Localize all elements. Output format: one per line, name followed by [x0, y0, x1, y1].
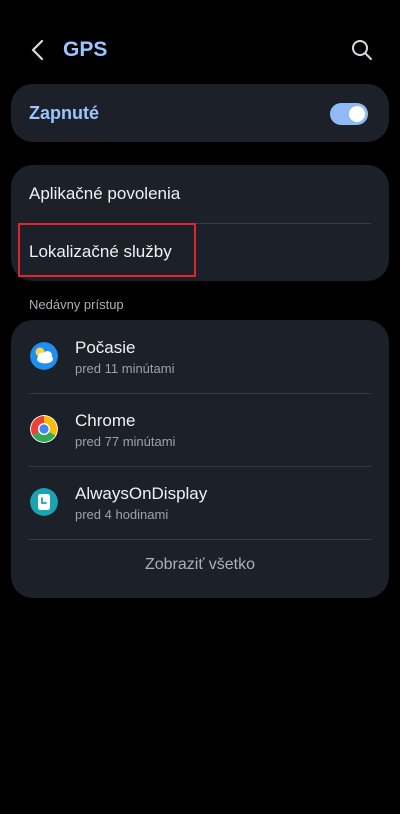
chrome-icon	[30, 415, 58, 443]
app-name: AlwaysOnDisplay	[75, 484, 208, 503]
show-all-button[interactable]: Zobraziť všetko	[11, 540, 389, 590]
search-icon	[352, 40, 372, 60]
gps-toggle-card[interactable]: Zapnuté	[11, 84, 389, 142]
app-access-time: pred 4 hodinami	[75, 507, 169, 522]
highlight-box	[18, 223, 196, 277]
app-access-time: pred 11 minútami	[75, 361, 175, 376]
gps-toggle-label: Zapnuté	[29, 103, 99, 123]
recent-app-row-alwaysondisplay[interactable]: AlwaysOnDisplay pred 4 hodinami	[11, 466, 389, 539]
menu-item-app-permissions[interactable]: Aplikačné povolenia	[11, 165, 389, 223]
switch-knob	[349, 106, 365, 122]
app-name: Počasie	[75, 338, 136, 357]
weather-icon	[30, 342, 58, 370]
app-access-time: pred 77 minútami	[75, 434, 176, 449]
gps-toggle-switch[interactable]	[330, 103, 368, 125]
app-name: Chrome	[75, 411, 136, 430]
chevron-left-icon	[31, 39, 44, 61]
recent-app-row-chrome[interactable]: Chrome pred 77 minútami	[11, 393, 389, 466]
section-header-recent: Nedávny prístup	[29, 297, 124, 312]
recent-access-card: Počasie pred 11 minútami Chrome pred 77 …	[11, 320, 389, 598]
recent-app-row-weather[interactable]: Počasie pred 11 minútami	[11, 320, 389, 393]
search-button[interactable]	[348, 36, 376, 64]
back-button[interactable]	[24, 34, 52, 66]
clock-icon	[30, 488, 58, 516]
page-title: GPS	[63, 38, 108, 61]
menu-item-label: Aplikačné povolenia	[29, 184, 181, 203]
